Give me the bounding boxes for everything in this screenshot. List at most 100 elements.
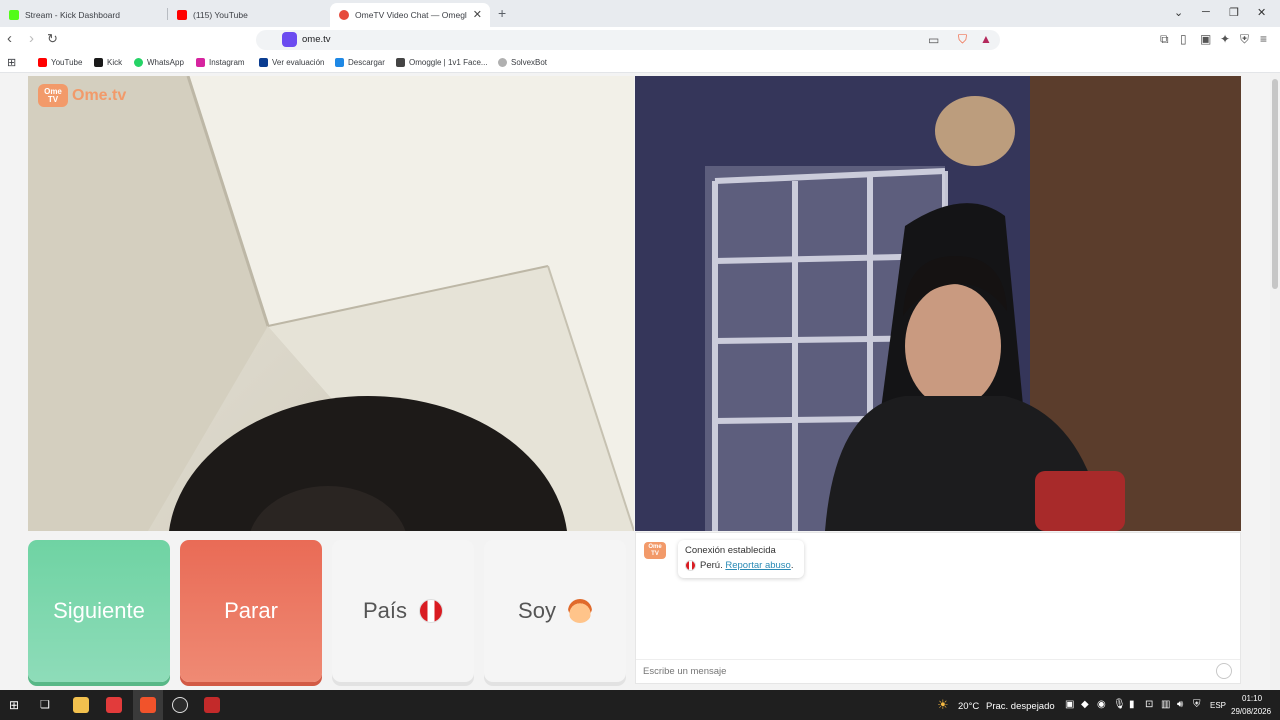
tab-youtube[interactable]: (115) YouTube: [168, 3, 328, 27]
bookmark-youtube[interactable]: YouTube: [38, 58, 82, 67]
clock-date[interactable]: 29/08/2026: [1231, 707, 1271, 716]
bookmark-whatsapp[interactable]: WhatsApp: [134, 58, 184, 67]
download-icon: [335, 58, 344, 67]
wallet-icon[interactable]: ▣: [1200, 32, 1211, 46]
tray-app-icon[interactable]: ▣: [1065, 699, 1074, 710]
stranger-country: Perú.: [700, 560, 723, 571]
peru-flag-icon: [685, 560, 696, 571]
country-button-label: País: [362, 598, 408, 623]
tab-search-icon[interactable]: ⌄: [1174, 6, 1183, 19]
ometv-logo[interactable]: Ome TV Ome.tv: [38, 84, 126, 107]
file-explorer-icon[interactable]: [73, 697, 89, 713]
bookmark-label: YouTube: [51, 58, 83, 67]
message-input[interactable]: [636, 660, 1196, 682]
bookmark-omoggle[interactable]: Omoggle | 1v1 Face...: [396, 58, 488, 67]
extensions-icon[interactable]: ⧉: [1160, 32, 1169, 47]
site-video-icon: [282, 32, 297, 47]
tab-kick-dashboard[interactable]: Stream - Kick Dashboard: [0, 3, 166, 27]
recording-icon: [339, 10, 349, 20]
stranger-video: Ome TV Ome.tv: [28, 76, 634, 531]
tray-app-icon[interactable]: ◉: [1097, 699, 1106, 710]
tab-title: Stream - Kick Dashboard: [25, 10, 120, 20]
tab-ometv[interactable]: OmeTV Video Chat — Omegle ✕: [330, 3, 490, 27]
toolbar: ‹ › ↻ 🔖︎ ome.tv ▭ ⛉ ▲ ⧉ ▯ ▣ ✦ ⛨ ≡: [0, 27, 1280, 53]
chat-panel: Ome TV Conexión establecida Perú. Report…: [635, 532, 1241, 684]
ometv-logo-badge: Ome TV: [38, 84, 68, 107]
whatsapp-icon: [134, 58, 143, 67]
bookmark-instagram[interactable]: Instagram: [196, 58, 245, 67]
bookmarks-bar: ⊞ YouTube Kick WhatsApp Instagram Ver ev…: [0, 53, 1280, 73]
peru-flag-icon: [419, 599, 444, 623]
report-suffix: .: [790, 560, 794, 571]
page-scrollbar[interactable]: [1270, 73, 1280, 690]
bookmark-label: Omoggle | 1v1 Face...: [409, 58, 488, 67]
tab-title: (115) YouTube: [193, 10, 248, 20]
omoggle-icon: [396, 58, 405, 67]
clock-time[interactable]: 01:10: [1242, 694, 1262, 703]
stop-button[interactable]: Parar: [180, 540, 322, 682]
new-tab-icon[interactable]: +: [498, 5, 506, 21]
boy-emoji-icon: [567, 599, 592, 623]
emoji-picker-icon[interactable]: [1216, 663, 1232, 679]
close-tab-icon[interactable]: ✕: [473, 8, 482, 21]
back-icon[interactable]: ‹: [7, 31, 12, 47]
youtube-icon: [38, 58, 47, 67]
sidebar-icon[interactable]: ▯: [1180, 32, 1187, 46]
gender-select-button[interactable]: Soy: [484, 540, 626, 682]
close-window-icon[interactable]: ✕: [1257, 6, 1266, 19]
menu-icon[interactable]: ≡: [1260, 32, 1267, 46]
brave-shield-icon[interactable]: ⛉: [958, 32, 967, 47]
windows-start-icon[interactable]: ⊞: [9, 698, 19, 712]
chat-input-row: [636, 659, 1240, 683]
scrollbar-thumb[interactable]: [1272, 79, 1278, 289]
kick-icon: [94, 58, 103, 67]
stream-app-icon[interactable]: [204, 697, 220, 713]
bookmark-ver-evaluacion[interactable]: Ver evaluación: [259, 58, 324, 67]
bookmark-label: Instagram: [209, 58, 245, 67]
instagram-icon: [196, 58, 205, 67]
battery-icon[interactable]: ▮: [1129, 699, 1135, 710]
weather-temperature[interactable]: 20°C: [958, 701, 979, 712]
security-icon[interactable]: ⛨: [1193, 699, 1201, 710]
windows-taskbar: ⊞ ❏ ☀ 20°C Prac. despejado ▣ ◆ ◉ 🎙︎ ▮ ⊡ …: [0, 690, 1280, 720]
obs-icon[interactable]: [172, 697, 188, 713]
bookmark-solvexbot[interactable]: SolvexBot: [498, 58, 547, 67]
next-button[interactable]: Siguiente: [28, 540, 170, 682]
app-icon[interactable]: [106, 697, 122, 713]
vpn-icon[interactable]: ⛨: [1240, 32, 1249, 47]
tab-title: OmeTV Video Chat — Omegle: [355, 10, 467, 20]
ometv-logo-text: Ome.tv: [72, 86, 127, 104]
next-button-label: Siguiente: [53, 598, 145, 623]
minimize-icon[interactable]: ─: [1202, 6, 1210, 18]
volume-icon[interactable]: 🔊︎: [1177, 699, 1183, 710]
forward-icon[interactable]: ›: [29, 31, 34, 47]
microphone-icon[interactable]: 🎙︎: [1113, 699, 1126, 710]
stranger-video-frame: [28, 76, 634, 531]
cast-icon[interactable]: ▭: [928, 33, 939, 47]
brave-rewards-icon[interactable]: ▲: [980, 32, 992, 46]
report-abuse-link[interactable]: Reportar abuso: [725, 560, 790, 571]
weather-icon[interactable]: ☀: [937, 697, 949, 713]
reload-icon[interactable]: ↻: [47, 31, 58, 47]
ometv-page: Ome TV Ome.tv Siguiente Parar País Soy O…: [0, 73, 1280, 690]
input-language[interactable]: ESP: [1210, 701, 1226, 710]
network-icon[interactable]: ▥: [1161, 699, 1170, 710]
leo-ai-icon[interactable]: ✦: [1220, 32, 1230, 46]
ometv-chat-icon: Ome TV: [644, 542, 666, 559]
restore-icon[interactable]: ❐: [1229, 6, 1239, 19]
tray-app-icon[interactable]: ⊡: [1145, 699, 1153, 710]
bookmark-label: WhatsApp: [147, 58, 184, 67]
brave-browser-icon[interactable]: [140, 697, 156, 713]
task-view-icon[interactable]: ❏: [40, 698, 50, 711]
address-bar[interactable]: ome.tv ▭ ⛉ ▲: [256, 30, 1000, 50]
nvidia-icon[interactable]: ◆: [1081, 699, 1089, 710]
bookmark-label: Kick: [107, 58, 123, 67]
bookmark-kick[interactable]: Kick: [94, 58, 122, 67]
bookmark-label: Ver evaluación: [272, 58, 325, 67]
country-filter-button[interactable]: País: [332, 540, 474, 682]
bookmark-label: SolvexBot: [511, 58, 548, 67]
weather-description[interactable]: Prac. despejado: [986, 701, 1055, 712]
youtube-icon: [177, 10, 187, 20]
apps-grid-icon[interactable]: ⊞: [7, 56, 16, 69]
bookmark-descargar[interactable]: Descargar: [335, 58, 385, 67]
